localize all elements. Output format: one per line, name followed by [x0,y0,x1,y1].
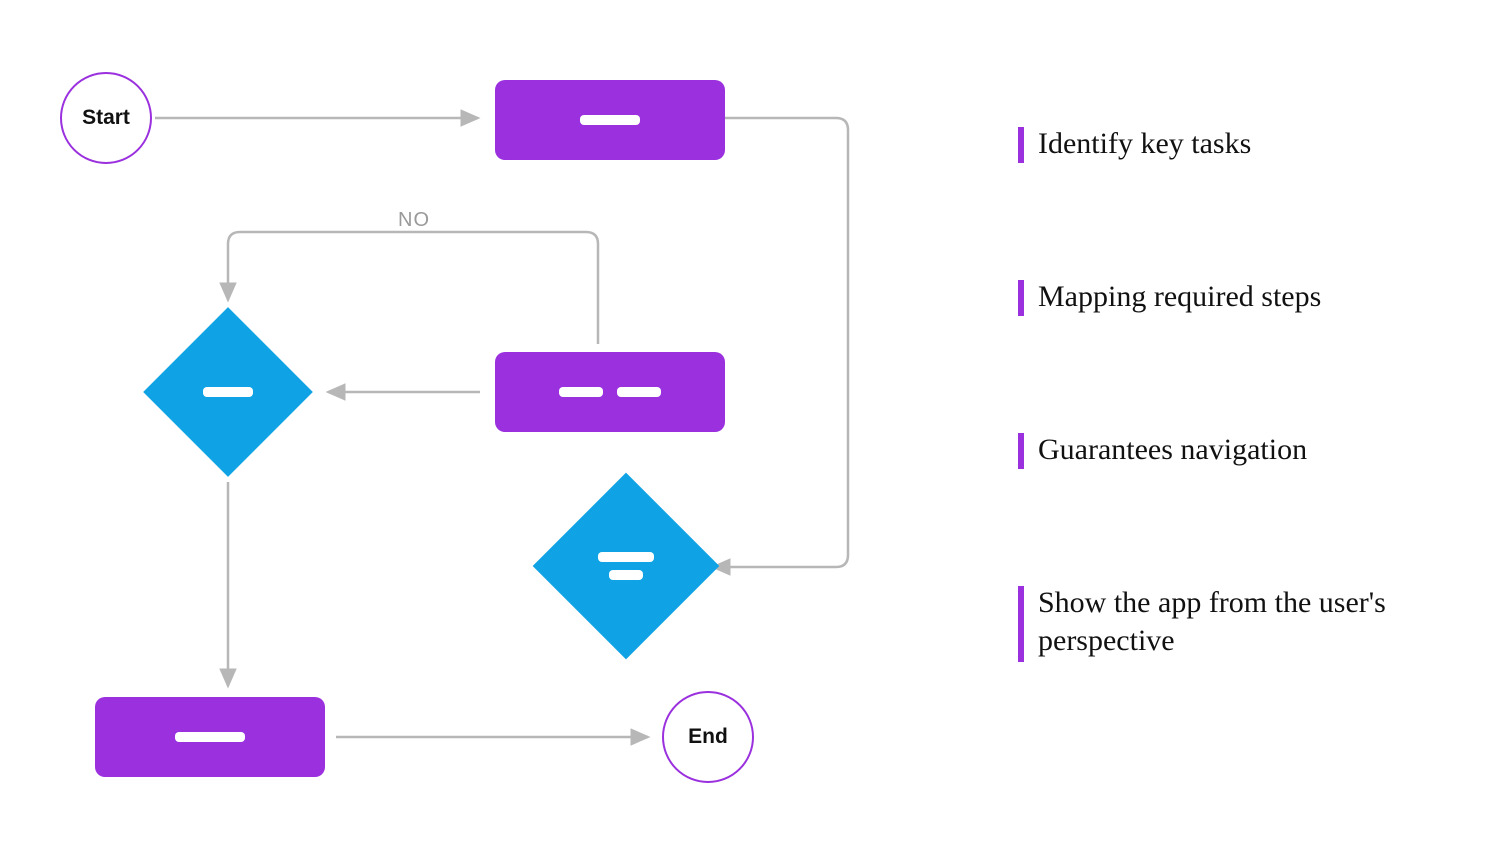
end-node: End [662,691,754,783]
sidebar-list: Identify key tasks Mapping required step… [1018,125,1458,662]
bullet-marker-icon [1018,433,1024,469]
placeholder-bar-icon [203,387,253,397]
decision-node-2 [533,473,720,660]
sidebar-item: Identify key tasks [1018,125,1458,163]
bullet-marker-icon [1018,127,1024,163]
decision-node-1 [143,307,313,477]
end-label: End [688,725,728,749]
flowchart-canvas: Start End NO [0,0,910,860]
sidebar-item: Show the app from the user's perspective [1018,584,1458,662]
sidebar-item-text: Guarantees navigation [1038,431,1307,469]
sidebar-item: Guarantees navigation [1018,431,1458,469]
sidebar-item: Mapping required steps [1018,278,1458,316]
sidebar-item-text: Show the app from the user's perspective [1038,584,1458,660]
placeholder-bar-icon [559,387,603,397]
start-label: Start [82,106,130,130]
process-node-2 [495,352,725,432]
sidebar-item-text: Mapping required steps [1038,278,1321,316]
placeholder-bar-icon [609,570,643,580]
placeholder-bar-icon [598,552,654,562]
placeholder-bar-icon [175,732,245,742]
sidebar-item-text: Identify key tasks [1038,125,1251,163]
edge-label-no: NO [398,209,430,232]
start-node: Start [60,72,152,164]
process-node-3 [95,697,325,777]
placeholder-bar-icon [617,387,661,397]
bullet-marker-icon [1018,280,1024,316]
placeholder-bar-icon [580,115,640,125]
bullet-marker-icon [1018,586,1024,662]
process-node-1 [495,80,725,160]
